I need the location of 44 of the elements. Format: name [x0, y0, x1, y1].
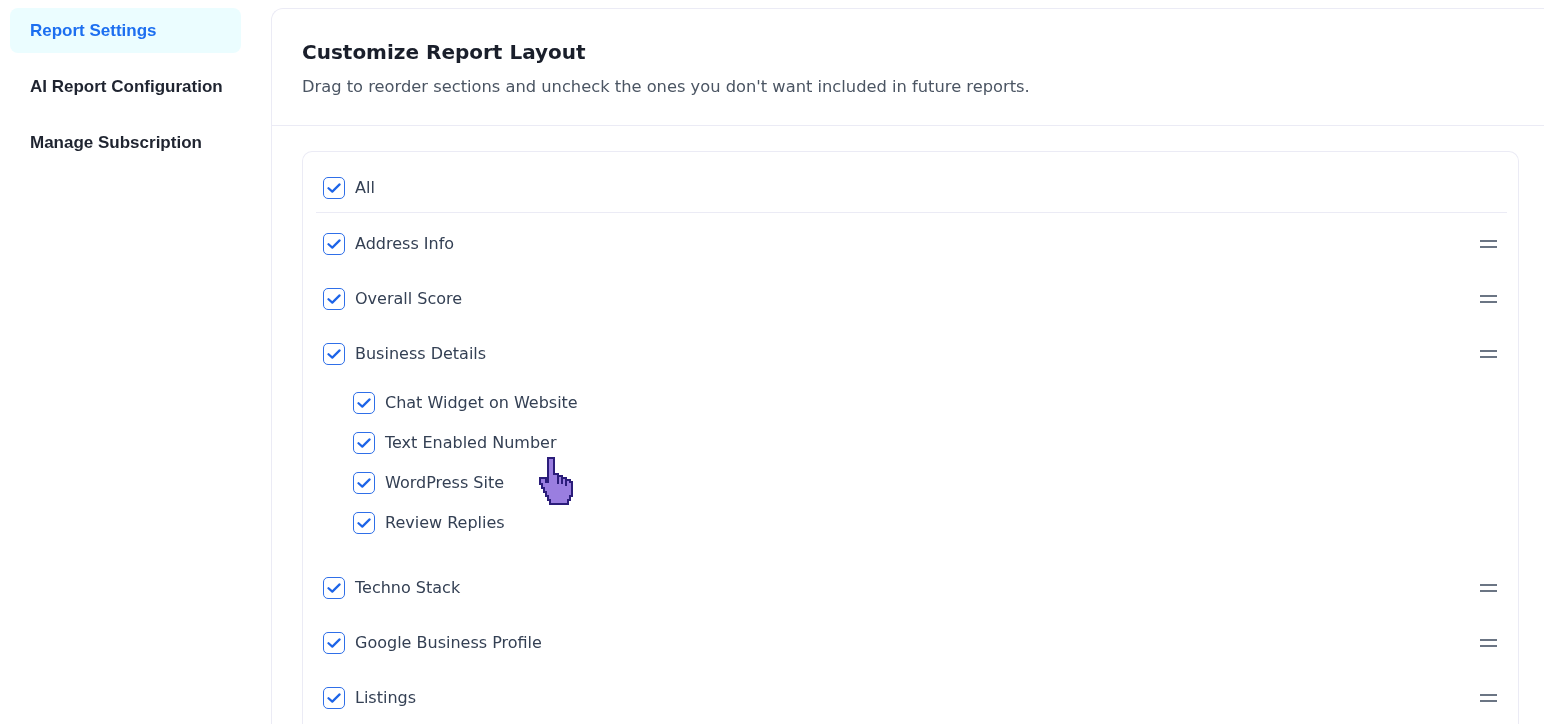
- section-label: Overall Score: [355, 287, 463, 310]
- checkbox[interactable]: [353, 392, 375, 414]
- checkbox[interactable]: [323, 176, 345, 199]
- subsection-label: WordPress Site: [385, 472, 505, 494]
- checkmark-icon: [327, 238, 341, 249]
- checkbox[interactable]: [323, 287, 345, 310]
- drag-handle-icon[interactable]: [1480, 294, 1497, 303]
- subsection-label: Chat Widget on Website: [385, 392, 578, 414]
- sidebar-item[interactable]: Report Settings: [10, 8, 241, 53]
- checkbox[interactable]: [323, 686, 345, 709]
- panel-title: Customize Report Layout: [302, 39, 586, 66]
- checkbox[interactable]: [353, 432, 375, 454]
- checkmark-icon: [327, 637, 341, 648]
- drag-handle-icon[interactable]: [1480, 583, 1497, 592]
- drag-handle-icon[interactable]: [1480, 239, 1497, 248]
- checkmark-icon: [357, 518, 371, 528]
- checkmark-icon: [327, 582, 341, 593]
- checkmark-icon: [327, 692, 341, 703]
- drag-handle-icon[interactable]: [1480, 693, 1497, 702]
- sidebar-item[interactable]: Manage Subscription: [10, 120, 241, 165]
- subsection-label: Text Enabled Number: [385, 432, 557, 454]
- checkbox[interactable]: [323, 342, 345, 365]
- checkbox[interactable]: [353, 512, 375, 534]
- drag-handle-icon[interactable]: [1480, 349, 1497, 358]
- section-label: Business Details: [355, 342, 487, 365]
- section-label: Address Info: [355, 232, 455, 255]
- section-label: Listings: [355, 686, 417, 709]
- sidebar-item[interactable]: AI Report Configuration: [10, 64, 241, 109]
- checkmark-icon: [357, 478, 371, 488]
- checkmark-icon: [357, 398, 371, 408]
- checkbox[interactable]: [323, 631, 345, 654]
- section-label: Google Business Profile: [355, 631, 542, 654]
- checkmark-icon: [357, 438, 371, 448]
- checkbox[interactable]: [323, 576, 345, 599]
- section-label: Techno Stack: [355, 576, 461, 599]
- checkbox[interactable]: [323, 232, 345, 255]
- checkmark-icon: [327, 348, 341, 359]
- checkbox[interactable]: [353, 472, 375, 494]
- checkmark-icon: [327, 293, 341, 304]
- panel-description: Drag to reorder sections and uncheck the ones you don't want included in future reports.: [302, 76, 1030, 98]
- select-all-label: All: [355, 176, 375, 199]
- checkmark-icon: [327, 182, 341, 193]
- drag-handle-icon[interactable]: [1480, 638, 1497, 647]
- subsection-label: Review Replies: [385, 512, 505, 534]
